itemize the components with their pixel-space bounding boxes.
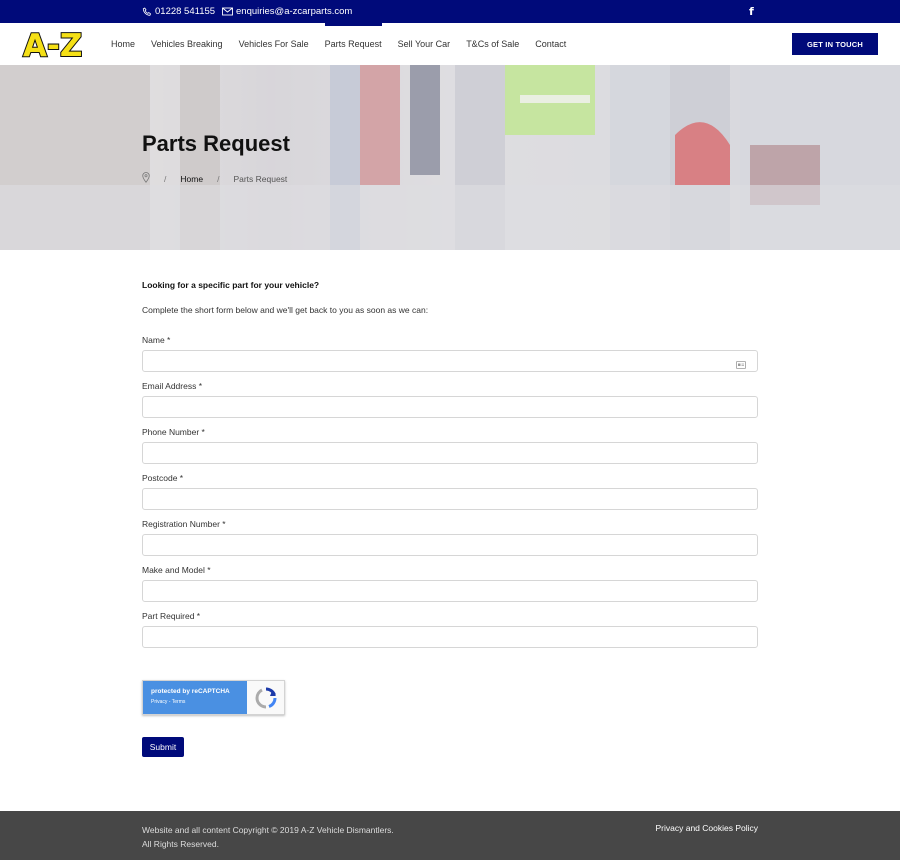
- copyright-line-2: All Rights Reserved.: [142, 839, 220, 849]
- site-logo[interactable]: A-Z: [21, 27, 97, 65]
- breadcrumb-home[interactable]: Home: [180, 174, 203, 184]
- top-bar: 01228 541155 enquiries@a-zcarparts.com f: [0, 0, 900, 23]
- nav-vehicles-for-sale[interactable]: Vehicles For Sale: [239, 39, 309, 49]
- registration-input[interactable]: [142, 534, 758, 556]
- make-model-input[interactable]: [142, 580, 758, 602]
- autofill-card-icon[interactable]: [736, 356, 746, 374]
- nav-sell-your-car[interactable]: Sell Your Car: [398, 39, 451, 49]
- part-required-input[interactable]: [142, 626, 758, 648]
- postcode-field-group: Postcode *: [142, 473, 758, 510]
- top-email[interactable]: enquiries@a-zcarparts.com: [222, 6, 352, 17]
- recaptcha-logo-icon: [247, 681, 284, 714]
- nav-vehicles-breaking[interactable]: Vehicles Breaking: [151, 39, 223, 49]
- page-title: Parts Request: [142, 131, 290, 156]
- recaptcha-badge[interactable]: protected by reCAPTCHA Privacy - Terms: [142, 680, 285, 715]
- hero-overlay: [0, 65, 900, 250]
- logo-text: A-Z: [23, 28, 82, 61]
- top-phone[interactable]: 01228 541155: [142, 6, 215, 17]
- phone-input[interactable]: [142, 442, 758, 464]
- recaptcha-privacy-terms[interactable]: Privacy - Terms: [151, 699, 239, 705]
- parts-request-form: Looking for a specific part for your veh…: [142, 280, 758, 657]
- name-field-group: Name *: [142, 335, 758, 372]
- postcode-label: Postcode *: [142, 473, 184, 483]
- site-header: A-Z Home Vehicles Breaking Vehicles For …: [0, 23, 900, 65]
- name-input[interactable]: [142, 350, 758, 372]
- registration-label: Registration Number *: [142, 519, 226, 529]
- mail-icon: [222, 7, 233, 16]
- make-model-field-group: Make and Model *: [142, 565, 758, 602]
- nav-home[interactable]: Home: [111, 39, 135, 49]
- name-label: Name *: [142, 335, 171, 345]
- postcode-input[interactable]: [142, 488, 758, 510]
- footer-copyright: Website and all content Copyright © 2019…: [142, 823, 394, 851]
- phone-field-group: Phone Number *: [142, 427, 758, 464]
- recaptcha-text-panel: protected by reCAPTCHA Privacy - Terms: [143, 681, 247, 714]
- breadcrumb-separator: /: [217, 173, 220, 184]
- nav-contact[interactable]: Contact: [535, 39, 566, 49]
- breadcrumb-separator: /: [164, 173, 167, 184]
- part-required-label: Part Required *: [142, 611, 201, 621]
- make-model-label: Make and Model *: [142, 565, 211, 575]
- registration-field-group: Registration Number *: [142, 519, 758, 556]
- email-input[interactable]: [142, 396, 758, 418]
- breadcrumb-current: Parts Request: [233, 173, 288, 184]
- site-footer: Website and all content Copyright © 2019…: [0, 811, 900, 860]
- intro-text: Complete the short form below and we'll …: [142, 305, 429, 315]
- phone-label: Phone Number *: [142, 427, 205, 437]
- breadcrumb: / Home / Parts Request: [142, 172, 287, 185]
- nav-tcs-of-sale[interactable]: T&Cs of Sale: [466, 39, 519, 49]
- main-nav: Home Vehicles Breaking Vehicles For Sale…: [111, 23, 582, 49]
- phone-icon: [142, 7, 152, 17]
- email-address: enquiries@a-zcarparts.com: [236, 6, 353, 17]
- get-in-touch-button[interactable]: GET IN TOUCH: [792, 33, 878, 55]
- part-required-field-group: Part Required *: [142, 611, 758, 648]
- intro-question: Looking for a specific part for your veh…: [142, 280, 320, 290]
- submit-button[interactable]: Submit: [142, 737, 184, 757]
- email-label: Email Address *: [142, 381, 202, 391]
- nav-parts-request[interactable]: Parts Request: [324, 23, 382, 49]
- phone-number: 01228 541155: [155, 6, 216, 17]
- page-hero: Parts Request / Home / Parts Request: [0, 65, 900, 250]
- recaptcha-protected-text: protected by reCAPTCHA: [151, 688, 230, 695]
- facebook-icon[interactable]: f: [749, 5, 754, 18]
- copyright-line-1: Website and all content Copyright © 2019…: [142, 825, 394, 835]
- privacy-cookies-link[interactable]: Privacy and Cookies Policy: [655, 823, 758, 833]
- email-field-group: Email Address *: [142, 381, 758, 418]
- location-pin-icon: [142, 172, 150, 185]
